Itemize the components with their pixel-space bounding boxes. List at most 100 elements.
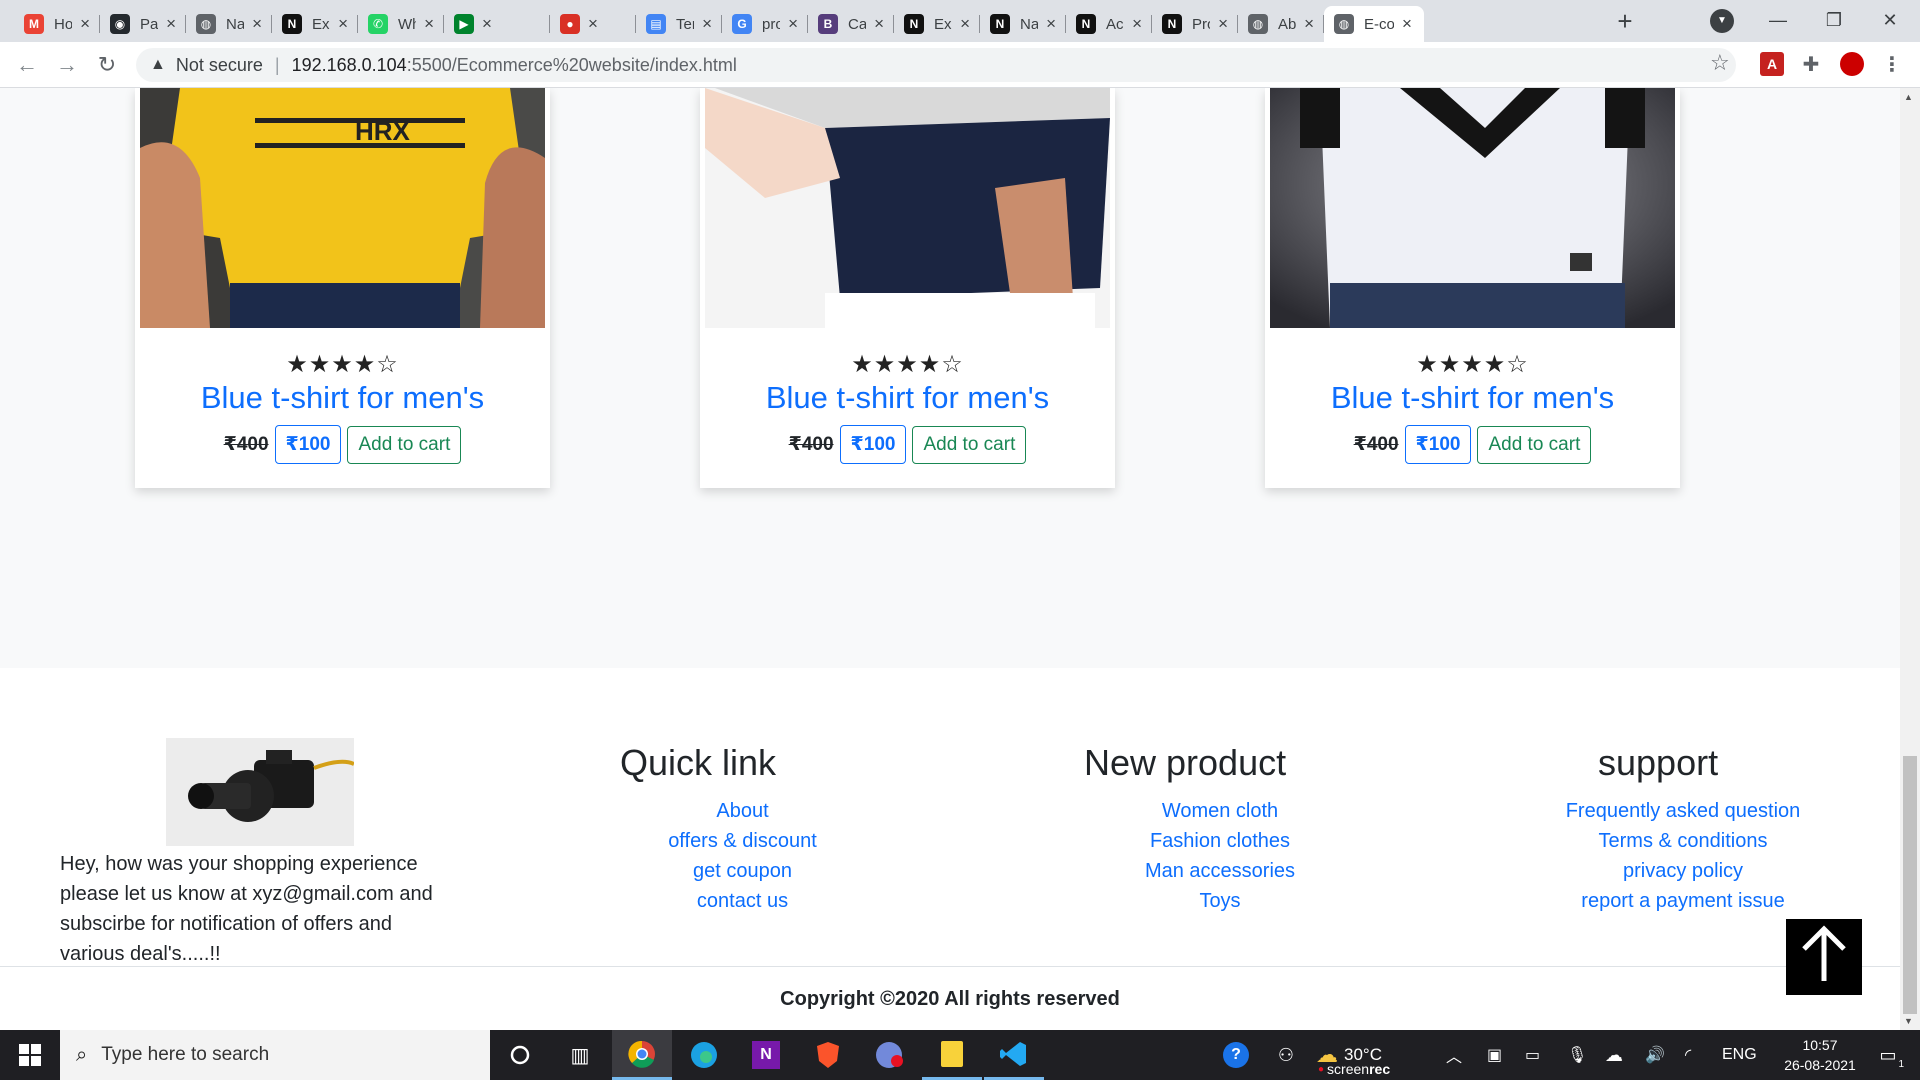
footer-link-about[interactable]: About bbox=[640, 796, 845, 826]
svg-text:HRX: HRX bbox=[355, 116, 411, 146]
close-window-icon[interactable]: ✕ bbox=[1862, 0, 1918, 42]
google-icon: G bbox=[732, 14, 752, 34]
footer-link-contact[interactable]: contact us bbox=[640, 886, 845, 916]
pdf-extension-icon[interactable]: A bbox=[1760, 52, 1784, 76]
clock[interactable]: 10:57 26-08-2021 bbox=[1765, 1030, 1875, 1080]
microphone-icon[interactable]: 🎙 bbox=[1567, 1030, 1587, 1080]
browser-tab[interactable]: ◉ Page × bbox=[100, 6, 186, 42]
close-tab-icon[interactable]: × bbox=[960, 14, 970, 34]
vscode-taskbar-icon[interactable] bbox=[984, 1030, 1044, 1080]
browser-tab[interactable]: ▤ Ten × bbox=[636, 6, 722, 42]
file-explorer-taskbar-icon[interactable] bbox=[922, 1030, 982, 1080]
add-to-cart-button[interactable]: Add to cart bbox=[347, 425, 462, 464]
browser-tab[interactable]: ▶ × bbox=[444, 6, 550, 42]
sale-price-button[interactable]: ₹100 bbox=[839, 425, 907, 464]
close-tab-icon[interactable]: × bbox=[788, 14, 798, 34]
meet-now-icon[interactable]: ▣ bbox=[1487, 1030, 1502, 1080]
footer-link-faq[interactable]: Frequently asked question bbox=[1558, 796, 1808, 826]
footer-link-fashion[interactable]: Fashion clothes bbox=[1105, 826, 1335, 856]
windows-start-icon[interactable] bbox=[0, 1030, 60, 1080]
menu-kebab-icon[interactable]: ⋮ bbox=[1880, 52, 1904, 76]
close-tab-icon[interactable]: × bbox=[1402, 14, 1412, 34]
close-tab-icon[interactable]: × bbox=[1218, 14, 1228, 34]
task-view-icon[interactable]: ▥ bbox=[550, 1030, 610, 1080]
product-title[interactable]: Blue t-shirt for men's bbox=[1265, 380, 1680, 416]
url-host: 192.168.0.104 bbox=[291, 54, 407, 75]
footer-link-payment-issue[interactable]: report a payment issue bbox=[1558, 886, 1808, 916]
watermark-screen: screen bbox=[1327, 1061, 1370, 1077]
sale-price-button[interactable]: ₹100 bbox=[274, 425, 342, 464]
language-indicator[interactable]: ENG bbox=[1722, 1030, 1757, 1080]
add-to-cart-button[interactable]: Add to cart bbox=[912, 425, 1027, 464]
browser-tab[interactable]: ✆ Wha × bbox=[358, 6, 444, 42]
omnibox-divider: | bbox=[274, 54, 280, 75]
close-tab-icon[interactable]: × bbox=[424, 14, 434, 34]
footer-link-coupon[interactable]: get coupon bbox=[640, 856, 845, 886]
reload-icon[interactable]: ↻ bbox=[92, 50, 122, 80]
close-tab-icon[interactable]: × bbox=[338, 14, 348, 34]
address-bar[interactable]: ▲ Not secure | 192.168.0.104 :5500/Ecomm… bbox=[136, 48, 1736, 82]
profile-avatar[interactable] bbox=[1840, 52, 1864, 76]
tab-search-icon[interactable]: ▼ bbox=[1710, 9, 1734, 33]
browser-tab[interactable]: ◍ E-co × bbox=[1324, 6, 1424, 42]
close-tab-icon[interactable]: × bbox=[482, 14, 492, 34]
puzzle-extensions-icon[interactable]: ✚ bbox=[1799, 52, 1823, 76]
wifi-icon[interactable]: ◜ bbox=[1685, 1030, 1691, 1080]
browser-tab[interactable]: N Exp × bbox=[894, 6, 980, 42]
cortana-icon[interactable] bbox=[490, 1030, 550, 1080]
close-tab-icon[interactable]: × bbox=[874, 14, 884, 34]
product-title[interactable]: Blue t-shirt for men's bbox=[135, 380, 550, 416]
close-tab-icon[interactable]: × bbox=[166, 14, 176, 34]
close-tab-icon[interactable]: × bbox=[1304, 14, 1314, 34]
close-tab-icon[interactable]: × bbox=[588, 14, 598, 34]
minimize-icon[interactable]: — bbox=[1750, 0, 1806, 42]
volume-icon[interactable]: 🔊 bbox=[1645, 1030, 1665, 1080]
forward-arrow-icon[interactable]: → bbox=[52, 50, 82, 80]
close-tab-icon[interactable]: × bbox=[80, 14, 90, 34]
browser-tab[interactable]: N Proj × bbox=[1152, 6, 1238, 42]
browser-tab[interactable]: N Nail × bbox=[980, 6, 1066, 42]
chrome-taskbar-icon[interactable] bbox=[612, 1030, 672, 1080]
bookmark-star-icon[interactable]: ☆ bbox=[1710, 50, 1730, 76]
add-to-cart-button[interactable]: Add to cart bbox=[1477, 425, 1592, 464]
browser-tab[interactable]: Gpro × bbox=[722, 6, 808, 42]
sale-price-button[interactable]: ₹100 bbox=[1404, 425, 1472, 464]
footer-link-women[interactable]: Women cloth bbox=[1105, 796, 1335, 826]
product-title[interactable]: Blue t-shirt for men's bbox=[700, 380, 1115, 416]
vertical-scrollbar[interactable]: ▲ ▼ bbox=[1900, 88, 1920, 1030]
close-tab-icon[interactable]: × bbox=[702, 14, 712, 34]
browser-tab[interactable]: M How × bbox=[14, 6, 100, 42]
footer-link-privacy[interactable]: privacy policy bbox=[1558, 856, 1808, 886]
new-tab-plus-icon[interactable]: + bbox=[1610, 6, 1640, 36]
close-tab-icon[interactable]: × bbox=[1132, 14, 1142, 34]
back-arrow-icon[interactable]: ← bbox=[12, 50, 42, 80]
scroll-up-arrow-icon[interactable]: ▲ bbox=[1904, 92, 1913, 102]
footer-link-terms[interactable]: Terms & conditions bbox=[1558, 826, 1808, 856]
browser-tab[interactable]: ● × bbox=[550, 6, 636, 42]
tab-title: How bbox=[54, 15, 73, 33]
tray-chevron-icon[interactable]: ︿ bbox=[1446, 1030, 1462, 1080]
brave-taskbar-icon[interactable] bbox=[798, 1030, 858, 1080]
browser-tab[interactable]: ◍ Abc × bbox=[1238, 6, 1324, 42]
close-tab-icon[interactable]: × bbox=[1046, 14, 1056, 34]
close-tab-icon[interactable]: × bbox=[252, 14, 262, 34]
browser-tab[interactable]: B Car × bbox=[808, 6, 894, 42]
onenote-taskbar-icon[interactable]: N bbox=[736, 1030, 796, 1080]
discord-taskbar-icon[interactable] bbox=[860, 1030, 920, 1080]
action-center-icon[interactable]: ▭ 1 bbox=[1868, 1030, 1908, 1080]
footer-link-toys[interactable]: Toys bbox=[1105, 886, 1335, 916]
edge-taskbar-icon[interactable] bbox=[674, 1030, 734, 1080]
scroll-down-arrow-icon[interactable]: ▼ bbox=[1904, 1016, 1913, 1026]
browser-tab[interactable]: N Acc × bbox=[1066, 6, 1152, 42]
people-icon[interactable]: ⚇ bbox=[1256, 1030, 1316, 1080]
battery-icon[interactable]: ▭ bbox=[1525, 1030, 1540, 1080]
onedrive-cloud-icon[interactable]: ☁ bbox=[1605, 1030, 1623, 1080]
back-to-top-button[interactable] bbox=[1786, 919, 1862, 995]
footer-link-accessories[interactable]: Man accessories bbox=[1105, 856, 1335, 886]
browser-tab[interactable]: ◍ Nail × bbox=[186, 6, 272, 42]
browser-tab[interactable]: N Exp × bbox=[272, 6, 358, 42]
footer-link-offers[interactable]: offers & discount bbox=[640, 826, 845, 856]
taskbar-search-box[interactable]: ⌕ Type here to search bbox=[60, 1030, 490, 1080]
restore-icon[interactable]: ❐ bbox=[1806, 0, 1862, 42]
scrollbar-thumb[interactable] bbox=[1903, 756, 1917, 1014]
